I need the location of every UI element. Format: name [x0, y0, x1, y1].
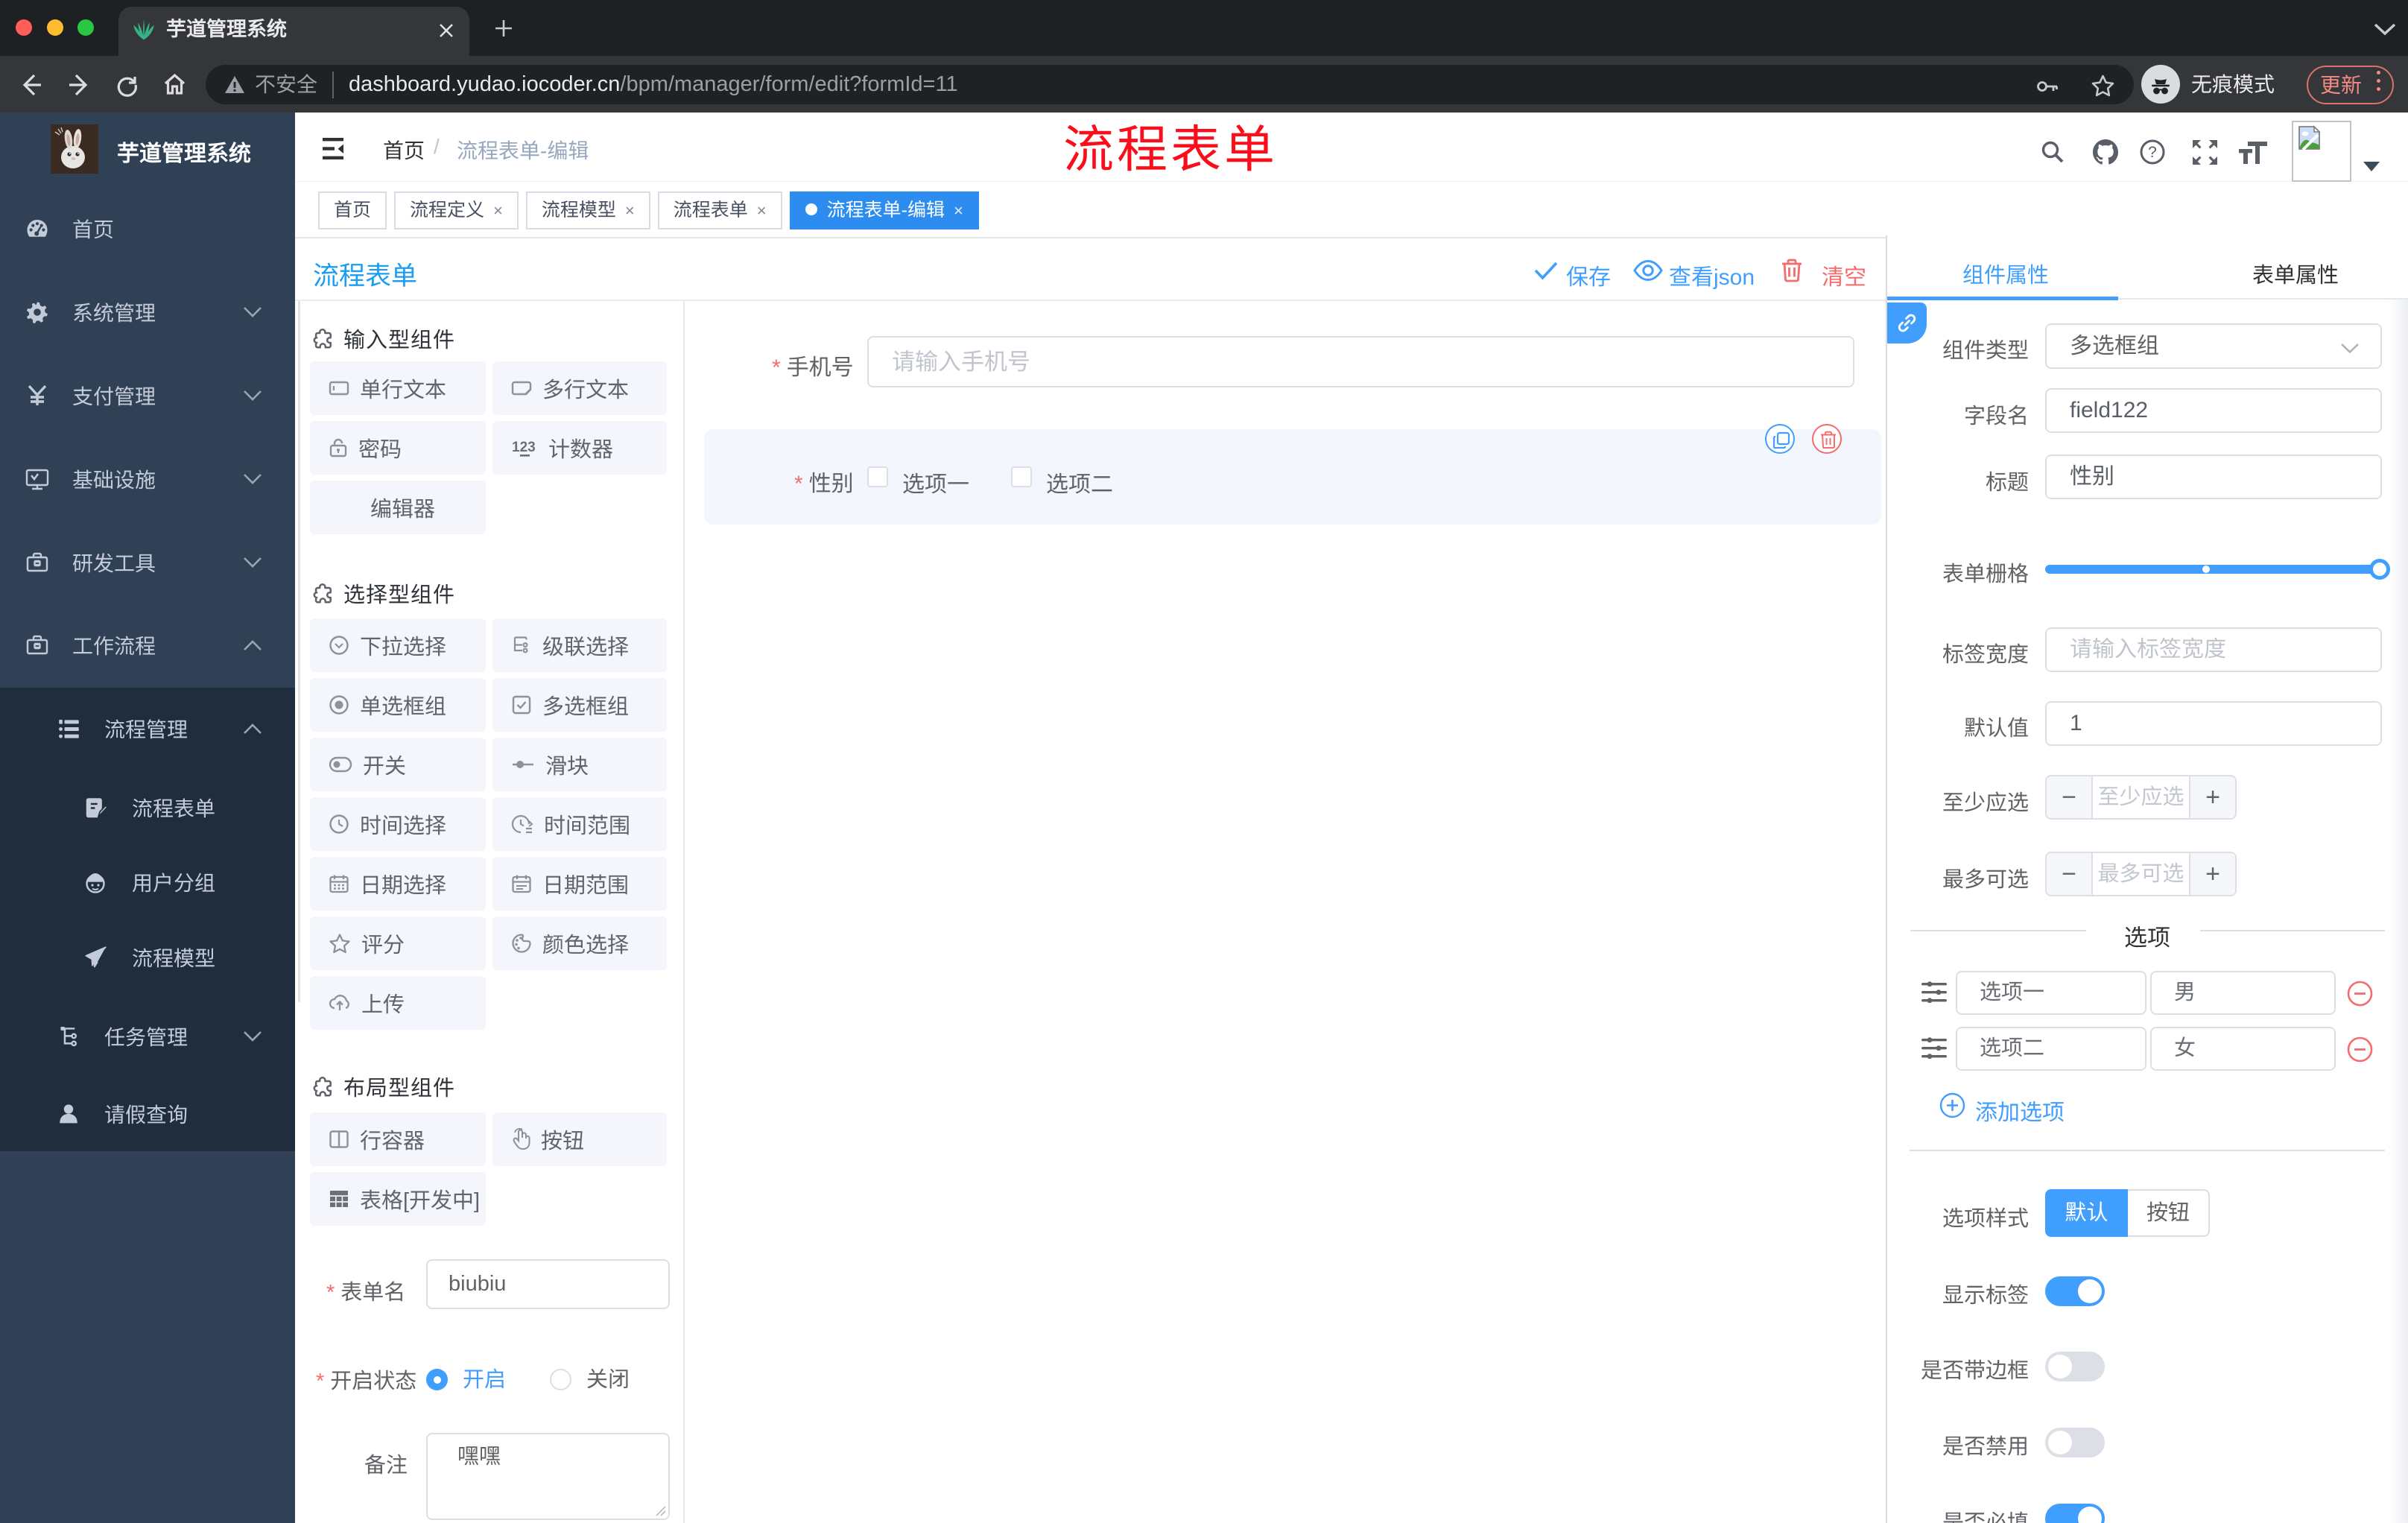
svg-text:123: 123 — [512, 440, 536, 455]
svg-text:?: ? — [2148, 144, 2157, 161]
